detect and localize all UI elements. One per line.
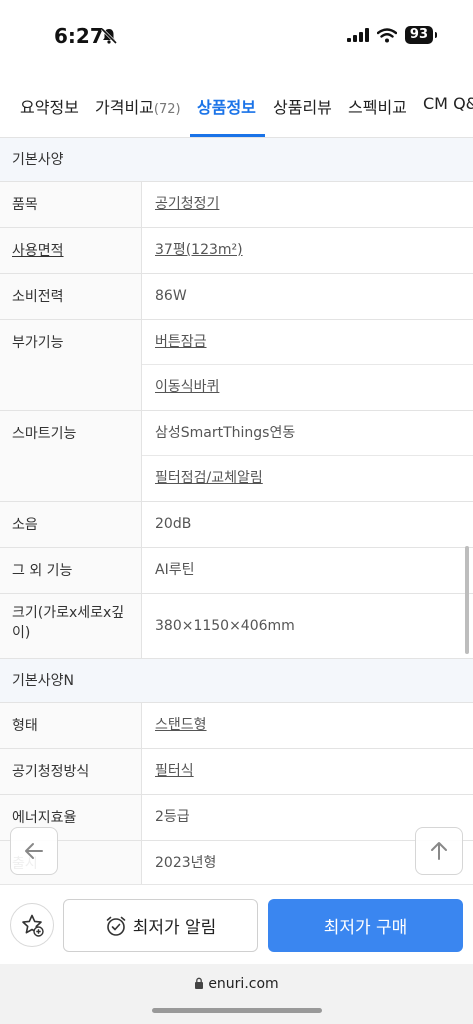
spec-label: 그 외 기능 [0, 548, 142, 593]
scrollbar[interactable] [465, 546, 469, 654]
spec-value: 삼성SmartThings연동 [142, 411, 473, 456]
status-time: 6:27 [54, 24, 104, 48]
tab-summary[interactable]: 요약정보 [20, 94, 79, 118]
spec-row-area: 사용면적 37평(123m²) [0, 228, 473, 274]
arrow-up-icon [431, 842, 447, 860]
spec-label: 공기청정방식 [0, 749, 142, 794]
signal-icon [346, 28, 369, 42]
battery-indicator: 93 [404, 26, 438, 44]
tab-spec-compare[interactable]: 스펙비교 [348, 94, 407, 118]
spec-row-release: 출시 2023년형 [0, 841, 473, 887]
spec-label: 부가기능 [0, 320, 142, 410]
spec-row-item: 품목 공기청정기 [0, 182, 473, 228]
action-bar: 최저가 알림 최저가 구매 [0, 884, 473, 964]
spec-row-power: 소비전력 86W [0, 274, 473, 320]
spec-label: 품목 [0, 182, 142, 227]
lowest-price-buy-button[interactable]: 최저가 구매 [268, 899, 463, 952]
spec-row-extra: 부가기능 버튼잠금 이동식바퀴 [0, 320, 473, 411]
spec-value-link[interactable]: 필터점검/교체알림 [142, 456, 473, 501]
url-text: enuri.com [208, 976, 279, 992]
spec-row-other: 그 외 기능 AI루틴 [0, 548, 473, 594]
spec-value-link[interactable]: 37평(123m²) [142, 228, 473, 273]
section-basic-spec: 기본사양 [0, 138, 473, 182]
spec-label: 스마트기능 [0, 411, 142, 501]
spec-row-method: 공기청정방식 필터식 [0, 749, 473, 795]
tab-price-compare[interactable]: 가격비교(72) [95, 94, 181, 118]
spec-label: 소음 [0, 502, 142, 547]
spec-value: 86W [155, 288, 187, 304]
alarm-clock-icon [106, 916, 125, 936]
lock-icon [195, 977, 204, 989]
wifi-icon [376, 27, 397, 42]
spec-value-link[interactable]: 버튼잠금 [142, 320, 473, 365]
spec-value-link[interactable]: 공기청정기 [142, 182, 473, 227]
alarm-button-label: 최저가 알림 [132, 918, 217, 938]
spec-label-link[interactable]: 사용면적 [0, 228, 142, 273]
bell-off-icon [100, 27, 118, 45]
buy-button-label: 최저가 구매 [323, 918, 408, 938]
spec-label: 형태 [0, 703, 142, 748]
arrow-left-icon [25, 843, 43, 859]
home-indicator [152, 1008, 322, 1013]
tab-product-info[interactable]: 상품정보 [197, 94, 256, 118]
spec-label: 크기(가로x세로x깊이) [0, 594, 142, 658]
url-display[interactable]: enuri.com [0, 976, 473, 992]
status-bar: 6:27 93 [0, 0, 473, 70]
spec-value-link[interactable]: 이동식바퀴 [142, 365, 473, 410]
lowest-price-alarm-button[interactable]: 최저가 알림 [63, 899, 258, 952]
wishlist-button[interactable] [10, 903, 54, 947]
spec-row-noise: 소음 20dB [0, 502, 473, 548]
spec-table: 기본사양 품목 공기청정기 사용면적 37평(123m²) 소비전력 86W 부… [0, 138, 473, 887]
spec-value: 20dB [155, 516, 192, 532]
spec-value-link[interactable]: 스탠드형 [142, 703, 473, 748]
spec-label: 소비전력 [0, 274, 142, 319]
spec-value-link[interactable]: 필터식 [142, 749, 473, 794]
spec-row-smart: 스마트기능 삼성SmartThings연동 필터점검/교체알림 [0, 411, 473, 502]
tab-cm-qa[interactable]: CM Q& [423, 94, 473, 113]
product-tabs: 요약정보 가격비교(72) 상품정보 상품리뷰 스펙비교 CM Q& [0, 70, 473, 138]
back-button[interactable] [10, 827, 58, 875]
spec-row-form: 형태 스탠드형 [0, 703, 473, 749]
tab-reviews[interactable]: 상품리뷰 [273, 94, 332, 118]
spec-row-size: 크기(가로x세로x깊이) 380×1150×406mm [0, 594, 473, 659]
active-tab-indicator [190, 134, 265, 137]
browser-url-bar[interactable]: enuri.com [0, 964, 473, 1024]
spec-value: AI루틴 [155, 562, 195, 578]
scroll-top-button[interactable] [415, 827, 463, 875]
section-basic-spec-n: 기본사양N [0, 659, 473, 703]
spec-row-energy: 에너지효율 2등급 [0, 795, 473, 841]
status-indicators: 93 [346, 26, 438, 44]
spec-value: 380×1150×406mm [155, 618, 295, 634]
star-plus-icon [22, 914, 44, 937]
